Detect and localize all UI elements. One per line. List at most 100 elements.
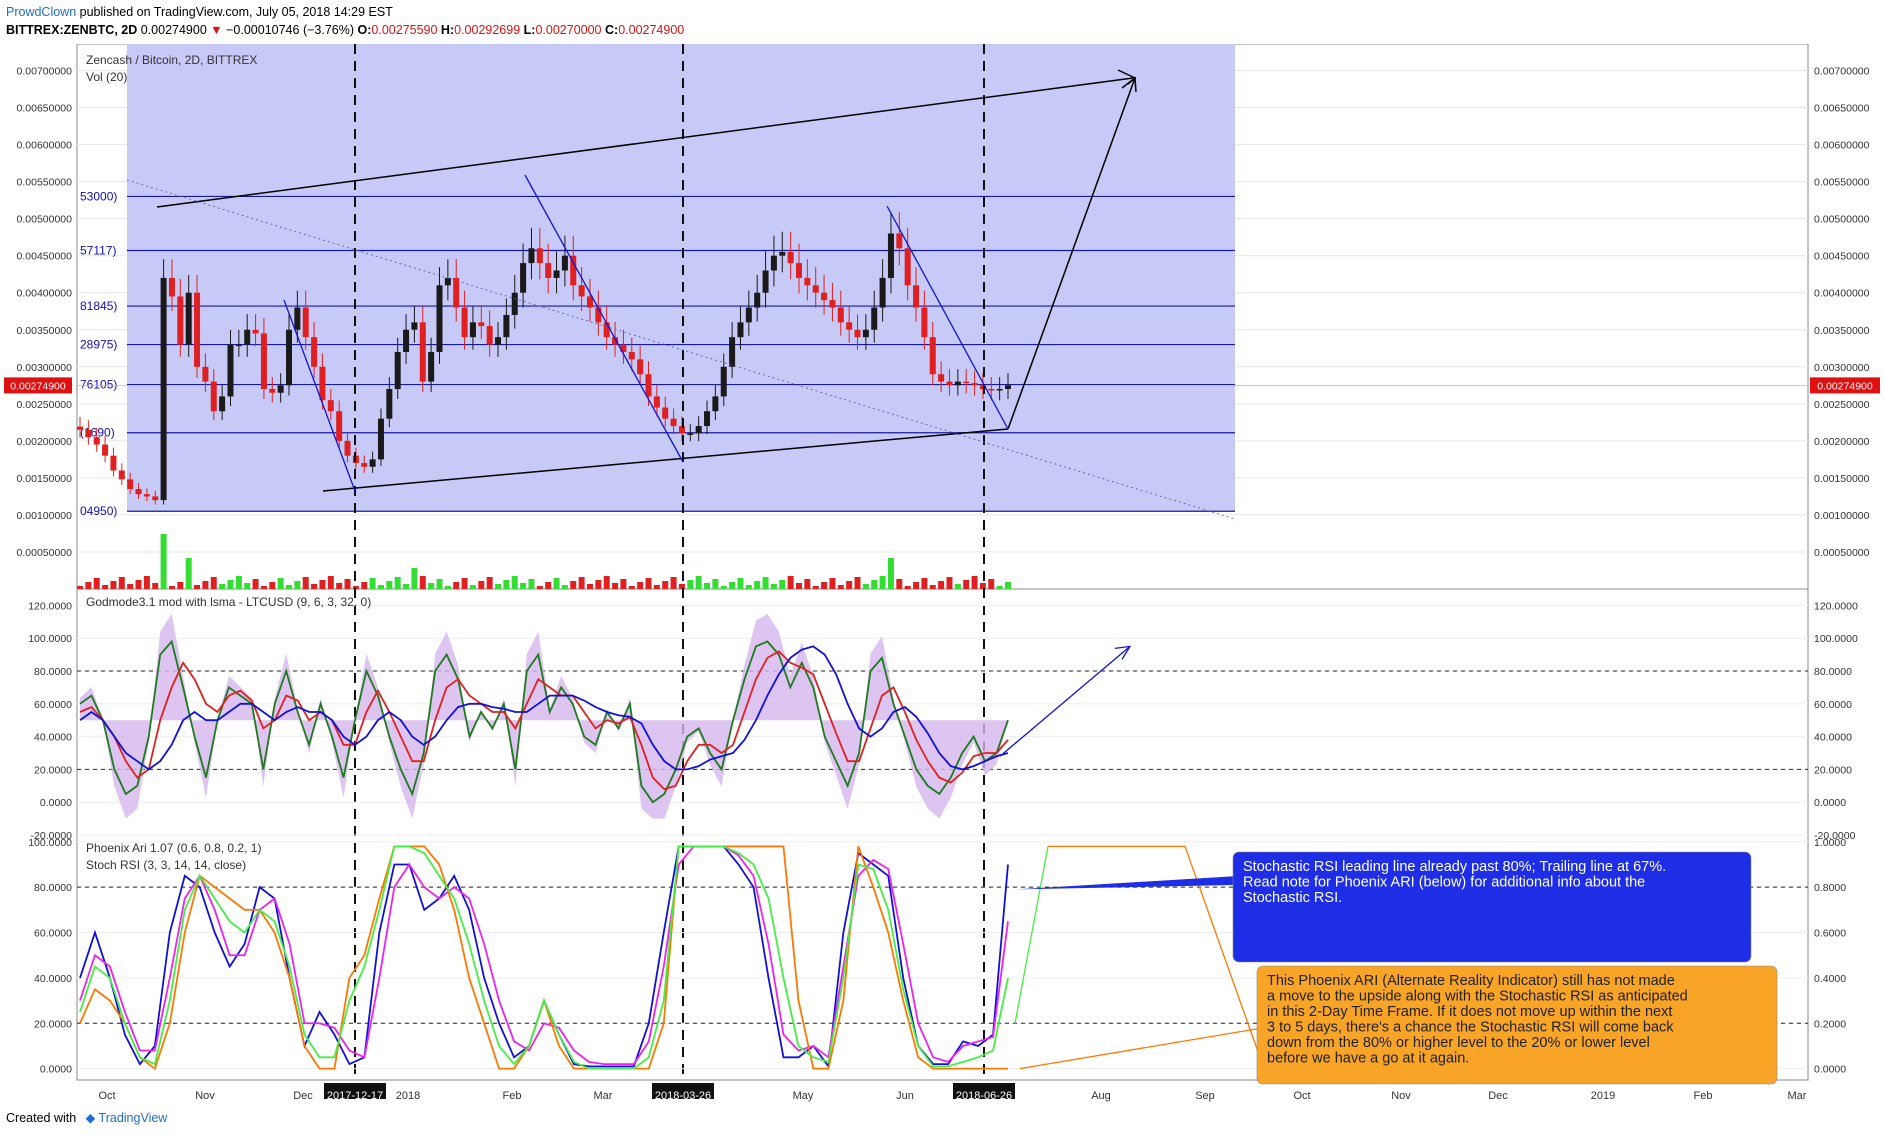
- phoenix-axis-tick-right: 0.6000: [1814, 928, 1846, 940]
- callout-pointer-orange: [1019, 1022, 1291, 1070]
- volume-bar: [536, 586, 543, 589]
- candle-body: [361, 463, 368, 467]
- volume-bar: [988, 579, 995, 589]
- price-axis-tick-left: 0.00350000: [17, 325, 73, 337]
- author-link[interactable]: ProwdClown: [6, 5, 76, 19]
- godmode-indicator-title: Godmode3.1 mod with lsma - LTCUSD (9, 6,…: [86, 595, 371, 609]
- price-axis-tick-left: 0.00500000: [17, 214, 73, 226]
- candle-body: [762, 270, 769, 293]
- phoenix-axis-tick-left: 0.0000: [40, 1064, 72, 1076]
- volume-bar: [628, 586, 635, 589]
- volume-bar: [862, 584, 869, 589]
- candle-body: [628, 351, 635, 360]
- godmode-axis-tick-left: 40.0000: [34, 732, 72, 744]
- price-axis-tick-right: 0.00250000: [1814, 399, 1870, 411]
- volume-bar: [603, 576, 610, 589]
- candle-body: [277, 385, 284, 393]
- volume-bar: [904, 586, 911, 589]
- candle-body: [787, 251, 794, 264]
- last-price: 0.00274900: [140, 23, 207, 37]
- candle-body: [770, 255, 777, 271]
- candle-body: [846, 322, 853, 330]
- candle-body: [729, 337, 736, 367]
- volume-bar: [821, 582, 828, 589]
- volume-bar: [143, 576, 150, 589]
- price-axis-tick-right: 0.00550000: [1814, 177, 1870, 189]
- volume-bar: [737, 578, 744, 589]
- volume-bar: [637, 582, 644, 589]
- candle-body: [336, 411, 343, 441]
- candle-body: [795, 263, 802, 278]
- candle-body: [302, 307, 309, 338]
- chart-canvas[interactable]: 0.00700000 0.00700000 0.00650000 0.00650000…: [0, 44, 1884, 1104]
- volume-bar: [227, 580, 234, 589]
- projection-arrow-green: [1014, 846, 1049, 1024]
- candle-body: [286, 329, 293, 386]
- volume-bar: [235, 576, 242, 589]
- volume-bar: [344, 579, 351, 589]
- candle-body: [946, 381, 953, 386]
- volume-bar: [578, 577, 585, 589]
- volume-bar: [528, 579, 535, 589]
- price-axis-tick-right: 0.00350000: [1814, 325, 1870, 337]
- volume-bar: [946, 577, 953, 589]
- candle-body: [428, 351, 435, 382]
- volume-bar: [896, 579, 903, 589]
- volume-bar: [135, 580, 142, 589]
- candle-body: [135, 489, 142, 495]
- volume-bar: [486, 577, 493, 589]
- volume-bar: [779, 580, 786, 589]
- godmode-axis-tick-left: 100.0000: [28, 633, 72, 645]
- godmode-axis-tick-right: 40.0000: [1814, 732, 1852, 744]
- volume-bar: [620, 579, 627, 589]
- candle-body: [1005, 385, 1011, 390]
- candle-body: [779, 251, 786, 256]
- x-axis-tick-label: Jun: [896, 1090, 914, 1102]
- godmode-axis-tick-right: 60.0000: [1814, 699, 1852, 711]
- candle-body: [85, 429, 92, 438]
- note-phoenix-ari-text: down from the 80% or higher level to the…: [1267, 1035, 1650, 1051]
- candle-body: [344, 440, 351, 456]
- candle-body: [260, 333, 267, 390]
- volume-bar: [545, 582, 552, 589]
- phoenix-series-line: [79, 845, 1009, 1069]
- volume-bar: [729, 582, 736, 589]
- price-axis-tick-left: 0.00650000: [17, 103, 73, 115]
- volume-bar: [812, 586, 819, 589]
- volume-bar: [720, 586, 727, 589]
- price-axis-tick-left: 0.00400000: [17, 288, 73, 300]
- phoenix-axis-tick-right: 1.0000: [1814, 837, 1846, 849]
- volume-bar: [762, 577, 769, 589]
- price-axis-tick-right: 0.00650000: [1814, 103, 1870, 115]
- volume-bar: [913, 582, 920, 589]
- x-axis-tick-label: Dec: [293, 1090, 313, 1102]
- volume-bar: [277, 578, 284, 589]
- price-axis-tick-right: 0.00500000: [1814, 214, 1870, 226]
- godmode-axis-tick-right: 100.0000: [1814, 633, 1858, 645]
- candle-body: [219, 396, 226, 412]
- note-phoenix-ari-text: before we have a go at it again.: [1267, 1051, 1469, 1067]
- note-phoenix-ari-text: 3 to 5 days, there's a chance the Stocha…: [1267, 1020, 1674, 1036]
- volume-bar: [678, 584, 685, 589]
- volume-bar: [561, 585, 568, 589]
- volume-bar: [411, 568, 418, 589]
- volume-bar: [260, 586, 267, 589]
- volume-bar: [695, 576, 702, 589]
- volume-bar: [461, 578, 468, 589]
- volume-bar: [829, 578, 836, 589]
- candle-body: [670, 418, 677, 427]
- tradingview-link[interactable]: TradingView: [99, 1111, 168, 1125]
- price-axis-tick-right: 0.00400000: [1814, 288, 1870, 300]
- volume-bar: [244, 583, 251, 589]
- x-axis-tick-label: Nov: [1391, 1090, 1411, 1102]
- candle-body: [737, 322, 744, 338]
- fib-retracement-zone: [127, 44, 1235, 512]
- volume-bar: [478, 581, 485, 589]
- tradingview-logo-icon: ◆: [85, 1111, 96, 1125]
- candle-body: [829, 300, 836, 308]
- note-phoenix-ari-text: in this 2-Day Time Frame. If it does not…: [1267, 1004, 1672, 1020]
- phoenix-axis-tick-right: 0.0000: [1814, 1064, 1846, 1076]
- stoch-rsi-label: Stoch RSI (3, 3, 14, 14, close): [86, 858, 246, 872]
- candle-body: [503, 314, 510, 338]
- volume-bar: [302, 577, 309, 589]
